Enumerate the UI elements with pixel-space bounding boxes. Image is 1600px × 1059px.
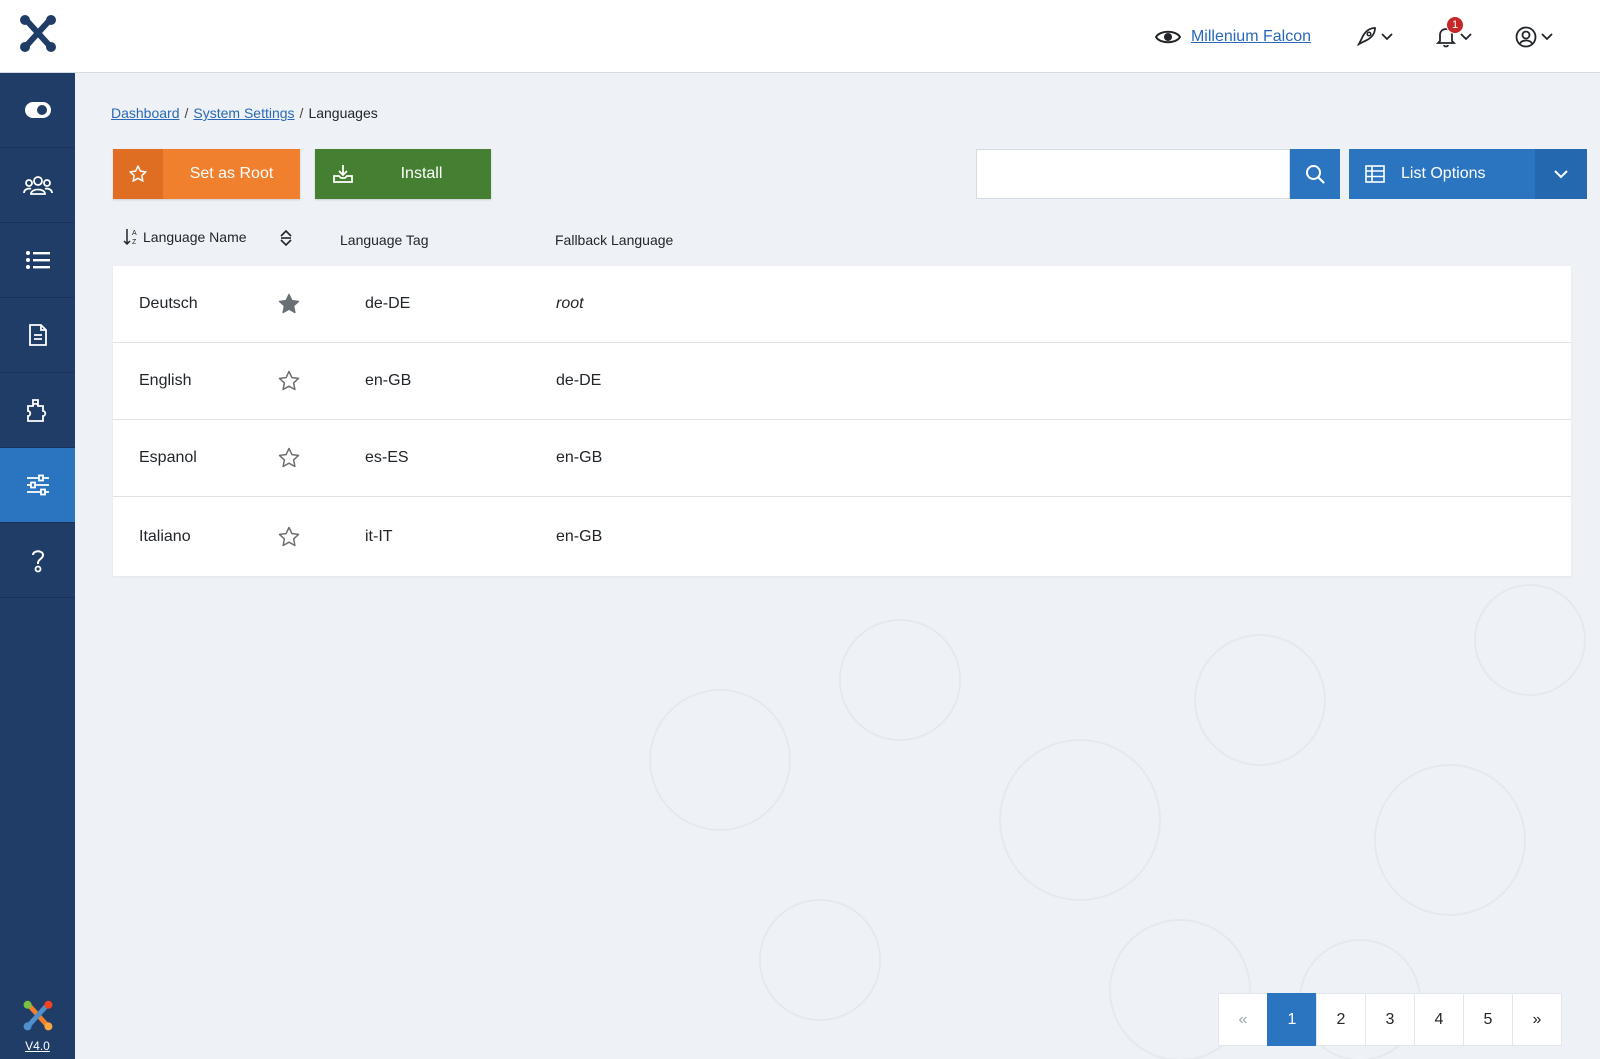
language-name: Espanol	[139, 449, 197, 466]
svg-text:A: A	[132, 230, 137, 237]
default-star-filled-icon[interactable]	[277, 266, 301, 342]
star-outline-icon[interactable]	[277, 420, 301, 496]
sort-alpha-icon: A Z	[123, 229, 137, 246]
help-icon	[31, 550, 44, 573]
search-group	[976, 149, 1340, 199]
chevron-down-icon	[1541, 32, 1553, 40]
sidebar: V4.0	[0, 73, 75, 1059]
language-name: Deutsch	[139, 295, 198, 312]
chevron-down-icon	[1381, 32, 1393, 40]
notifications-menu[interactable]: 1	[1436, 15, 1473, 48]
pagination: « 1 2 3 4 5 »	[1218, 993, 1562, 1046]
search-icon	[1306, 165, 1325, 184]
sidebar-item-system[interactable]	[0, 448, 75, 523]
breadcrumb-system-settings[interactable]: System Settings	[193, 105, 294, 121]
background-pattern	[649, 584, 1586, 1059]
table-row: Deutsch de-DE root	[113, 266, 1571, 343]
pagination-prev[interactable]: «	[1218, 993, 1268, 1046]
language-tag: de-DE	[365, 295, 411, 312]
pagination-next[interactable]: »	[1512, 993, 1562, 1046]
language-tag: es-ES	[365, 449, 409, 466]
star-outline-icon[interactable]	[277, 497, 301, 576]
notification-badge: 1	[1446, 15, 1464, 34]
set-as-root-button[interactable]: Set as Root	[113, 149, 300, 199]
column-language-tag[interactable]: Language Tag	[340, 232, 429, 248]
sidebar-item-components[interactable]	[0, 373, 75, 448]
column-fallback-language[interactable]: Fallback Language	[555, 232, 673, 248]
table-icon	[1349, 165, 1401, 183]
sort-icon	[280, 229, 292, 247]
language-name: Italiano	[139, 527, 191, 545]
sliders-icon	[26, 474, 49, 496]
language-tag: it-IT	[365, 527, 393, 545]
fallback-language: en-GB	[556, 527, 603, 545]
fallback-language: de-DE	[556, 372, 602, 389]
puzzle-icon	[26, 399, 46, 422]
pagination-page-2[interactable]: 2	[1316, 993, 1366, 1046]
breadcrumb: Dashboard / System Settings / Languages	[111, 105, 378, 121]
pagination-page-4[interactable]: 4	[1414, 993, 1464, 1046]
sidebar-footer: V4.0	[0, 1000, 75, 1053]
fallback-language: en-GB	[556, 449, 603, 466]
star-outline-icon[interactable]	[277, 343, 301, 419]
fallback-language: root	[556, 295, 584, 312]
search-input[interactable]	[976, 149, 1290, 199]
search-button[interactable]	[1290, 149, 1340, 199]
chevron-down-icon	[1460, 32, 1472, 40]
list-icon	[25, 251, 50, 269]
install-button[interactable]: Install	[315, 149, 491, 199]
table-row: English en-GB de-DE	[113, 343, 1571, 420]
document-icon	[28, 324, 47, 346]
sidebar-item-help[interactable]	[0, 523, 75, 598]
top-header: Millenium Falcon 1	[0, 0, 1600, 73]
language-name: English	[139, 372, 192, 389]
post-installation-menu[interactable]	[1355, 26, 1394, 48]
breadcrumb-dashboard[interactable]: Dashboard	[111, 105, 180, 121]
pagination-page-1[interactable]: 1	[1267, 993, 1317, 1046]
pagination-page-5[interactable]: 5	[1463, 993, 1513, 1046]
star-outline-icon	[113, 149, 163, 199]
sidebar-item-content[interactable]	[0, 223, 75, 298]
site-name-link[interactable]: Millenium Falcon	[1191, 28, 1311, 46]
pagination-page-3[interactable]: 3	[1365, 993, 1415, 1046]
languages-table: Deutsch de-DE root English en-GB de-DE E…	[113, 266, 1571, 576]
list-options-button[interactable]: List Options	[1349, 149, 1587, 199]
sidebar-item-users[interactable]	[0, 148, 75, 223]
table-header: A Z Language Name Language Tag Fallback …	[113, 228, 1571, 264]
joomla-color-logo-icon	[23, 1000, 52, 1031]
rocket-icon	[1356, 26, 1376, 46]
chevron-down-icon[interactable]	[1535, 149, 1587, 199]
eye-icon	[1154, 30, 1181, 43]
svg-text:Z: Z	[132, 239, 137, 246]
download-tray-icon	[315, 149, 370, 199]
sidebar-item-menus[interactable]	[0, 298, 75, 373]
toggle-icon	[24, 102, 51, 118]
sidebar-item-toggle-menu[interactable]	[0, 73, 75, 148]
column-default-sort[interactable]	[279, 229, 293, 247]
breadcrumb-current: Languages	[308, 105, 378, 121]
joomla-logo-icon[interactable]	[18, 14, 58, 54]
table-row: Espanol es-ES en-GB	[113, 420, 1571, 497]
column-language-name[interactable]: A Z Language Name	[123, 228, 247, 246]
language-tag: en-GB	[365, 372, 412, 389]
site-preview-link[interactable]: Millenium Falcon	[1154, 27, 1311, 47]
users-icon	[22, 176, 53, 195]
table-row: Italiano it-IT en-GB	[113, 497, 1571, 576]
user-circle-icon	[1515, 26, 1537, 47]
version-link[interactable]: V4.0	[0, 1039, 75, 1053]
user-menu[interactable]	[1515, 26, 1554, 48]
